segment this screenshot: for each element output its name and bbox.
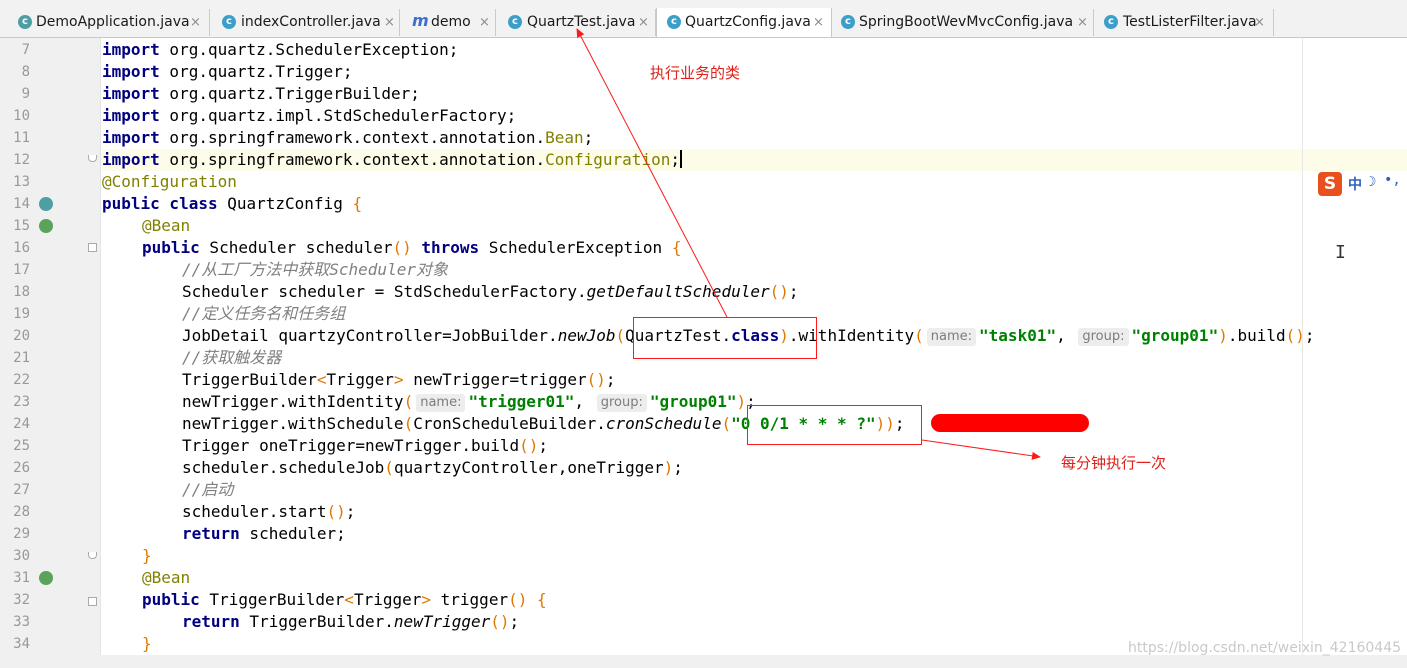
ime-toolbar[interactable]: S 中 ☽ •, [1318,172,1407,196]
ime-mode-indicator[interactable]: 中 [1348,174,1362,194]
moon-icon[interactable]: ☽ [1368,174,1376,190]
sogou-logo-icon[interactable]: S [1318,172,1342,196]
business-class-note: 执行业务的类 [650,64,741,82]
mouse-ibeam-cursor-icon: I [1335,242,1346,263]
punctuation-icon[interactable]: •, [1384,172,1401,188]
annotation-arrows [576,28,1041,460]
per-minute-note: 每分钟执行一次 [1061,454,1167,472]
watermark: https://blog.csdn.net/weixin_42160445 [1128,640,1402,656]
arrow-to-cron-note [921,439,1041,460]
